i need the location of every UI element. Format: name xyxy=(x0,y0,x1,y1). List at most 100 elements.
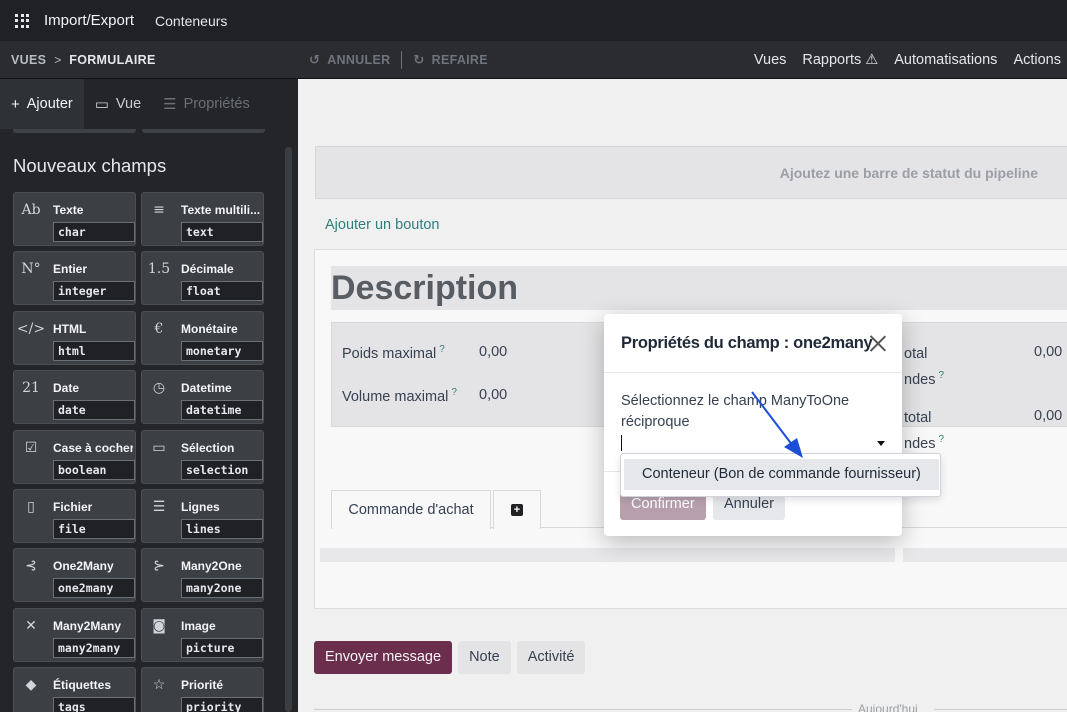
field-card-monetary[interactable]: € Monétaire monetary xyxy=(141,311,264,365)
field-card-boolean[interactable]: ☑ Case à cocher boolean xyxy=(13,430,136,484)
field-card-type: file xyxy=(53,519,135,539)
field-card-label: Sélection xyxy=(181,441,235,455)
studio-menu: Vues Rapports ⚠ Automatisations Actions xyxy=(738,52,1061,68)
field-card-type: boolean xyxy=(53,460,135,480)
field-card-type: text xyxy=(181,222,263,242)
tab-add[interactable]: + Ajouter xyxy=(0,79,84,129)
field-card-char[interactable]: Ab Texte char xyxy=(13,192,136,246)
dropdown-option[interactable]: Conteneur (Bon de commande fournisseur) xyxy=(624,459,939,490)
field-card-label: Date xyxy=(53,381,80,395)
field-card-label: HTML xyxy=(53,322,87,336)
today-label: Aujourd'hui xyxy=(858,702,918,712)
field-card-label: Image xyxy=(181,619,216,633)
studio-sidebar: + Ajouter ▭ Vue ☰ Propriétés Nouveaux ch… xyxy=(0,79,298,712)
field-card-selection[interactable]: ▭ Sélection selection xyxy=(141,430,264,484)
menu-reports[interactable]: Rapports ⚠ xyxy=(802,52,878,68)
field-card-lines[interactable]: ☰ Lignes lines xyxy=(141,489,264,543)
field-label-max-weight[interactable]: Poids maximal? xyxy=(342,344,445,362)
html-icon: </> xyxy=(16,321,46,337)
today-divider-left xyxy=(314,709,852,710)
previous-section-edge xyxy=(13,129,265,133)
field-card-type: tags xyxy=(53,697,135,712)
field-card-type: one2many xyxy=(53,578,135,598)
redo-button[interactable]: REFAIRE xyxy=(432,53,488,67)
activity-button[interactable]: Activité xyxy=(516,641,586,674)
field-card-float[interactable]: 1.5 Décimale float xyxy=(141,251,264,305)
field-card-integer[interactable]: N° Entier integer xyxy=(13,251,136,305)
undo-button[interactable]: ANNULER xyxy=(327,53,390,67)
max-weight-label: Poids maximal xyxy=(342,345,437,362)
tab-add-label: Ajouter xyxy=(26,96,73,112)
field-card-tags[interactable]: ◆ Étiquettes tags xyxy=(13,667,136,712)
add-button-link[interactable]: Ajouter un bouton xyxy=(325,217,439,233)
menu-actions[interactable]: Actions xyxy=(1013,52,1061,68)
field-card-type: char xyxy=(53,222,135,242)
plus-square-icon: + xyxy=(511,504,523,516)
clock-icon: ◷ xyxy=(152,380,166,396)
calendar-icon: 21 xyxy=(22,380,40,396)
help-icon[interactable]: ? xyxy=(439,344,445,355)
undo-icon: ↺ xyxy=(309,51,321,67)
total-1-label-line1: otal xyxy=(904,346,928,362)
field-card-type: datetime xyxy=(181,400,263,420)
field-card-type: picture xyxy=(181,638,263,658)
tab-properties[interactable]: ☰ Propriétés xyxy=(152,79,261,129)
add-tab-button[interactable]: + xyxy=(493,490,541,529)
text-icon: Ab xyxy=(21,202,41,218)
reciprocal-field-select[interactable] xyxy=(621,433,889,455)
total-1-value[interactable]: 0,00 xyxy=(1034,344,1062,360)
help-icon[interactable]: ? xyxy=(938,370,944,381)
field-label-max-volume[interactable]: Volume maximal? xyxy=(342,387,457,405)
apps-grid-icon[interactable] xyxy=(15,13,29,28)
tab-view[interactable]: ▭ Vue xyxy=(84,79,152,129)
field-card-label: Datetime xyxy=(181,381,232,395)
send-message-button[interactable]: Envoyer message xyxy=(314,641,453,674)
field-card-label: Entier xyxy=(53,262,88,276)
field-card-html[interactable]: </> HTML html xyxy=(13,311,136,365)
star-icon: ☆ xyxy=(152,677,166,693)
menu-automations[interactable]: Automatisations xyxy=(894,52,997,68)
max-weight-value[interactable]: 0,00 xyxy=(479,344,507,360)
tab-purchase-order[interactable]: Commande d'achat xyxy=(331,490,491,529)
undo-divider xyxy=(401,50,403,69)
note-button[interactable]: Note xyxy=(458,641,511,674)
field-card-date[interactable]: 21 Date date xyxy=(13,370,136,424)
field-card-picture[interactable]: ◙ Image picture xyxy=(141,608,264,662)
field-card-label: Texte xyxy=(53,203,84,217)
app-brand[interactable]: Import/Export xyxy=(44,12,134,29)
field-card-type: selection xyxy=(181,460,263,480)
field-card-type: many2one xyxy=(181,578,263,598)
field-card-datetime[interactable]: ◷ Datetime datetime xyxy=(141,370,264,424)
section-title: Nouveaux champs xyxy=(13,155,167,176)
field-card-text[interactable]: ≡ Texte multili... text xyxy=(141,192,264,246)
menu-views[interactable]: Vues xyxy=(754,52,787,68)
field-card-priority[interactable]: ☆ Priorité priority xyxy=(141,667,264,712)
field-card-label: Texte multili... xyxy=(181,203,261,217)
field-card-one2many[interactable]: ⊰ One2Many one2many xyxy=(13,548,136,602)
breadcrumb-views[interactable]: VUES xyxy=(11,53,46,67)
pipeline-placeholder[interactable]: Ajoutez une barre de statut du pipeline xyxy=(315,146,1067,199)
total-2-value[interactable]: 0,00 xyxy=(1034,408,1062,424)
field-card-label: Priorité xyxy=(181,678,224,692)
field-card-file[interactable]: ▯ Fichier file xyxy=(13,489,136,543)
menu-conteneurs[interactable]: Conteneurs xyxy=(155,13,227,29)
field-card-label: Lignes xyxy=(181,500,220,514)
close-icon[interactable] xyxy=(869,334,887,352)
chatter-buttons: Envoyer message Note Activité xyxy=(314,641,586,674)
field-label-total-1[interactable]: otal ndes? xyxy=(904,344,944,391)
breadcrumb-form: FORMULAIRE xyxy=(69,52,156,67)
help-icon[interactable]: ? xyxy=(451,387,457,398)
tab-properties-label: Propriétés xyxy=(183,96,250,112)
field-card-many2many[interactable]: ✕ Many2Many many2many xyxy=(13,608,136,662)
dialog-header-divider xyxy=(604,372,902,373)
field-label-total-2[interactable]: total ndes? xyxy=(904,408,944,455)
field-card-many2one[interactable]: ⊱ Many2One many2one xyxy=(141,548,264,602)
field-card-label: One2Many xyxy=(53,559,114,573)
undo-redo-group: ↺ ANNULER ↻ REFAIRE xyxy=(309,50,488,69)
max-volume-value[interactable]: 0,00 xyxy=(479,387,507,403)
help-icon[interactable]: ? xyxy=(938,434,944,445)
sidebar-tabs: + Ajouter ▭ Vue ☰ Propriétés xyxy=(0,79,298,129)
lines-icon: ☰ xyxy=(152,499,166,515)
sidebar-scrollbar[interactable] xyxy=(285,147,292,712)
caret-down-icon[interactable] xyxy=(877,441,885,446)
